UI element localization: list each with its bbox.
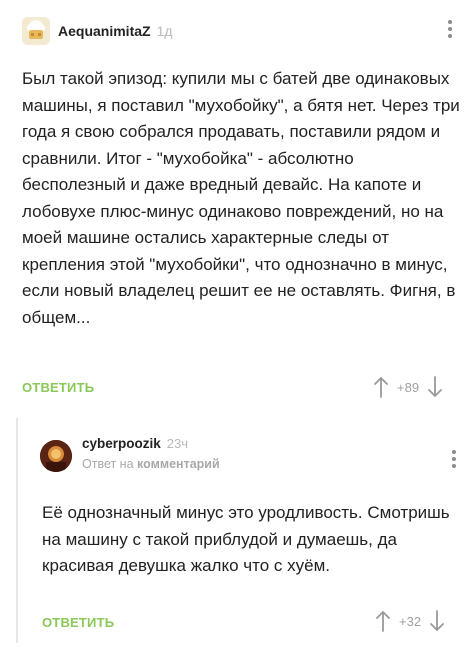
comment-author[interactable]: AequanimitaZ xyxy=(58,23,151,39)
comment-header: AequanimitaZ 1д xyxy=(22,14,458,48)
user-avatar-icon[interactable] xyxy=(40,440,72,472)
reply-to-label: Ответ на комментарий xyxy=(82,457,220,471)
rating-count: +89 xyxy=(397,379,420,395)
more-vertical-icon[interactable] xyxy=(446,20,454,40)
reply-button[interactable]: ОТВЕТИТЬ xyxy=(42,615,114,630)
rating-count: +32 xyxy=(399,613,422,629)
more-vertical-icon[interactable] xyxy=(450,450,458,470)
downvote-arrow-icon[interactable] xyxy=(427,376,443,398)
downvote-arrow-icon[interactable] xyxy=(429,610,445,632)
chef-avatar-icon[interactable] xyxy=(22,17,50,45)
reply-to-prefix: Ответ на xyxy=(82,457,134,471)
comment-votes: +89 xyxy=(373,376,443,398)
comment-body: Был такой эпизод: купили мы с батей две … xyxy=(22,69,460,327)
reply-author[interactable]: cyberpoozik xyxy=(82,436,161,451)
reply-time: 23ч xyxy=(166,436,189,451)
reply-body: Её однозначный минус это уродливость. См… xyxy=(42,503,450,575)
reply-button[interactable]: ОТВЕТИТЬ xyxy=(22,380,94,395)
reply-thread: cyberpoozik 23ч Ответ на комментарий Её … xyxy=(16,418,468,643)
reply-header: cyberpoozik 23ч Ответ на комментарий xyxy=(40,436,220,472)
comment-time: 1д xyxy=(156,23,173,39)
upvote-arrow-icon[interactable] xyxy=(375,610,391,632)
upvote-arrow-icon[interactable] xyxy=(373,376,389,398)
reply-to-link[interactable]: комментарий xyxy=(137,457,220,471)
reply-votes: +32 xyxy=(375,610,445,632)
